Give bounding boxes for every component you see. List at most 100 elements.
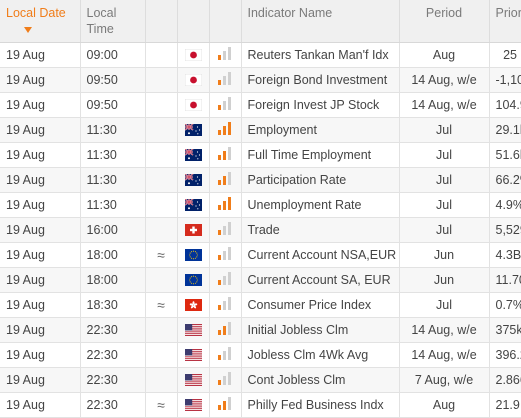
prior-cell: 104.9B: [489, 92, 521, 118]
impact-bars-icon: [218, 271, 232, 288]
column-header-local-time[interactable]: Local Time: [80, 0, 146, 43]
column-header-local-date[interactable]: Local Date: [0, 0, 81, 43]
prior-cell: 396.25k: [489, 342, 521, 368]
table-row[interactable]: 19 Aug16:00 TradeJul5,529M: [0, 217, 521, 243]
impact-bars-icon: [218, 71, 232, 88]
indicator-name-cell[interactable]: Employment: [241, 117, 400, 143]
date-cell: 19 Aug: [0, 267, 81, 293]
indicator-name-cell[interactable]: Full Time Employment: [241, 142, 400, 168]
time-cell: 22:30: [80, 342, 146, 368]
volatility-cell: [145, 67, 178, 93]
table-row[interactable]: 19 Aug 22:30 Jobless Clm 4Wk Avg 14 Aug, w/…: [0, 342, 521, 368]
volatility-cell: [145, 92, 178, 118]
date-cell: 19 Aug: [0, 92, 81, 118]
country-cell: [177, 267, 210, 293]
prior-cell: 0.7%: [489, 292, 521, 318]
date-cell: 19 Aug: [0, 67, 81, 93]
indicator-name-cell[interactable]: Cont Jobless Clm: [241, 367, 400, 393]
country-flag-icon: [184, 374, 202, 387]
period-cell: 14 Aug, w/e: [399, 317, 490, 343]
column-header-prior[interactable]: Prior: [489, 0, 521, 43]
date-cell: 19 Aug: [0, 167, 81, 193]
indicator-name-cell[interactable]: Participation Rate: [241, 167, 400, 193]
time-cell: 11:30: [80, 192, 146, 218]
indicator-name-cell[interactable]: Initial Jobless Clm: [241, 317, 400, 343]
country-flag-icon: [184, 173, 202, 187]
period-cell: Jul: [399, 167, 490, 193]
impact-cell: [209, 367, 242, 393]
table-row[interactable]: 19 Aug11:30 Full Time EmploymentJul51.6k: [0, 142, 521, 168]
prior-cell: 4.9%: [489, 192, 521, 218]
impact-cell: [209, 267, 242, 293]
impact-cell: [209, 117, 242, 143]
impact-bars-icon: [218, 396, 232, 413]
table-row[interactable]: 19 Aug 09:50 Foreign Invest JP Stock 14 Aug…: [0, 92, 521, 118]
volatility-cell: [145, 267, 178, 293]
date-cell: 19 Aug: [0, 192, 81, 218]
table-body: 19 Aug 09:00 Reuters Tankan Man'f Idx Aug 25…: [0, 42, 521, 418]
impact-bars-icon: [218, 96, 232, 113]
volatility-cell: [145, 217, 178, 243]
indicator-name-cell[interactable]: Unemployment Rate: [241, 192, 400, 218]
table-row[interactable]: 19 Aug 22:30 Initial Jobless Clm 14 Aug, w/…: [0, 317, 521, 343]
impact-bars-icon: [218, 371, 232, 388]
column-header-impact: [209, 0, 242, 43]
table-row[interactable]: 19 Aug 09:00 Reuters Tankan Man'f Idx Aug 25: [0, 42, 521, 68]
country-flag-icon: [184, 324, 202, 337]
date-cell: 19 Aug: [0, 342, 81, 368]
volatility-cell: [145, 117, 178, 143]
table-row[interactable]: 19 Aug 09:50 Foreign Bond Investment 14 Aug…: [0, 67, 521, 93]
indicator-name-cell[interactable]: Current Account SA, EUR: [241, 267, 400, 293]
indicator-name-cell[interactable]: Jobless Clm 4Wk Avg: [241, 342, 400, 368]
sort-descending-icon[interactable]: [24, 26, 32, 33]
country-flag-icon: [184, 299, 202, 312]
table-row[interactable]: 19 Aug11:30 EmploymentJul29.1k: [0, 117, 521, 143]
impact-cell: [209, 167, 242, 193]
impact-cell: [209, 292, 242, 318]
date-cell: 19 Aug: [0, 317, 81, 343]
time-cell: 09:00: [80, 42, 146, 68]
table-row[interactable]: 19 Aug 18:00 ≈ Current Account NSA,EUR Jun 4.…: [0, 242, 521, 268]
table-row[interactable]: 19 Aug 18:00 Current Account SA, EUR Jun 11.…: [0, 267, 521, 293]
indicator-name-cell[interactable]: Reuters Tankan Man'f Idx: [241, 42, 400, 68]
period-cell: 7 Aug, w/e: [399, 367, 490, 393]
table-row[interactable]: 19 Aug 22:30 Cont Jobless Clm 7 Aug, w/e 2.8…: [0, 367, 521, 393]
period-cell: Jul: [399, 192, 490, 218]
indicator-name-cell[interactable]: Consumer Price Index: [241, 292, 400, 318]
table-row[interactable]: 19 Aug 22:30 ≈ Philly Fed Business Indx Aug 2…: [0, 392, 521, 418]
impact-bars-icon: [218, 246, 232, 263]
period-cell: 14 Aug, w/e: [399, 342, 490, 368]
country-flag-icon: [184, 73, 202, 87]
period-cell: Aug: [399, 392, 490, 418]
column-header-period[interactable]: Period: [399, 0, 490, 43]
period-cell: 14 Aug, w/e: [399, 92, 490, 118]
country-cell: [177, 92, 210, 118]
impact-cell: [209, 142, 242, 168]
volatility-wave-icon: ≈: [157, 296, 165, 313]
indicator-name-cell[interactable]: Trade: [241, 217, 400, 243]
date-cell: 19 Aug: [0, 142, 81, 168]
indicator-name-cell[interactable]: Current Account NSA,EUR: [241, 242, 400, 268]
indicator-name-cell[interactable]: Philly Fed Business Indx: [241, 392, 400, 418]
country-flag-icon: [184, 224, 202, 237]
impact-bars-icon: [218, 46, 232, 63]
country-cell: [177, 242, 210, 268]
country-flag-icon: [184, 148, 202, 162]
impact-bars-icon: [218, 146, 232, 163]
table-row[interactable]: 19 Aug11:30 Unemployment RateJul4.9%: [0, 192, 521, 218]
prior-cell: 11.706B: [489, 267, 521, 293]
column-header-indicator-name[interactable]: Indicator Name: [241, 0, 400, 43]
impact-cell: [209, 342, 242, 368]
date-cell: 19 Aug: [0, 42, 81, 68]
impact-bars-icon: [218, 346, 232, 363]
table-row[interactable]: 19 Aug18:30 ≈ Consumer Price IndexJul0.7%: [0, 292, 521, 318]
country-cell: [177, 117, 210, 143]
country-flag-icon: [184, 48, 202, 62]
volatility-cell: [145, 192, 178, 218]
table-row[interactable]: 19 Aug11:30 Participation RateJul66.2%: [0, 167, 521, 193]
indicator-name-cell[interactable]: Foreign Invest JP Stock: [241, 92, 400, 118]
indicator-name-cell[interactable]: Foreign Bond Investment: [241, 67, 400, 93]
country-flag-icon: [184, 274, 202, 287]
date-cell: 19 Aug: [0, 217, 81, 243]
country-cell: [177, 317, 210, 343]
